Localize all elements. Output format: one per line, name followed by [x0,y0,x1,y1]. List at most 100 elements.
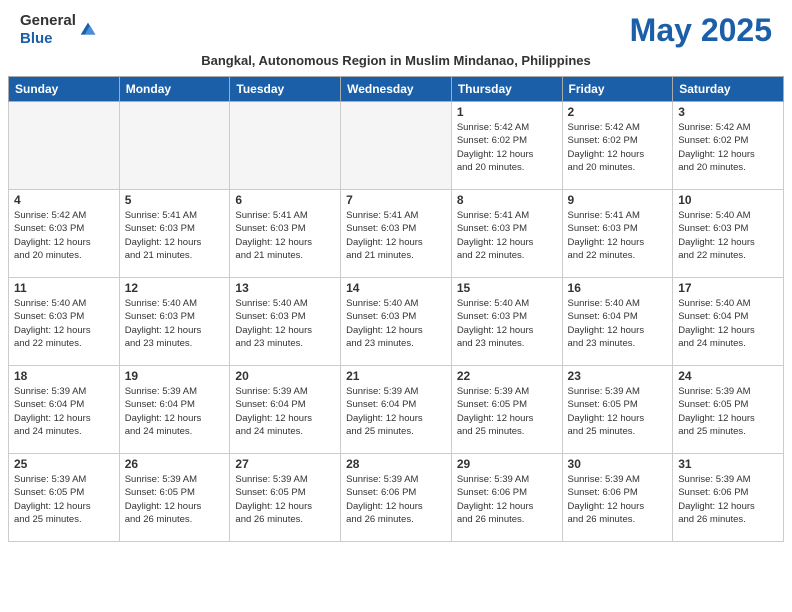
page-header: General Blue May 2025 [0,0,792,53]
day-info: Sunrise: 5:39 AM Sunset: 6:04 PM Dayligh… [235,385,335,438]
week-row-5: 25 Sunrise: 5:39 AM Sunset: 6:05 PM Dayli… [9,454,784,542]
day-number: 25 [14,457,114,471]
day-number: 30 [568,457,668,471]
day-number: 12 [125,281,225,295]
subtitle: Bangkal, Autonomous Region in Muslim Min… [0,53,792,76]
day-number: 17 [678,281,778,295]
day-number: 26 [125,457,225,471]
day-info: Sunrise: 5:40 AM Sunset: 6:03 PM Dayligh… [125,297,225,350]
calendar-cell [119,102,230,190]
day-number: 28 [346,457,446,471]
calendar-cell: 25 Sunrise: 5:39 AM Sunset: 6:05 PM Dayli… [9,454,120,542]
day-info: Sunrise: 5:39 AM Sunset: 6:05 PM Dayligh… [568,385,668,438]
calendar-cell: 2Sunrise: 5:42 AM Sunset: 6:02 PM Daylig… [562,102,673,190]
day-info: Sunrise: 5:40 AM Sunset: 6:03 PM Dayligh… [14,297,114,350]
logo: General Blue [20,12,98,48]
day-info: Sunrise: 5:41 AM Sunset: 6:03 PM Dayligh… [568,209,668,262]
calendar-cell: 27 Sunrise: 5:39 AM Sunset: 6:05 PM Dayli… [230,454,341,542]
day-number: 14 [346,281,446,295]
day-info: Sunrise: 5:39 AM Sunset: 6:05 PM Dayligh… [678,385,778,438]
calendar-cell: 12 Sunrise: 5:40 AM Sunset: 6:03 PM Dayli… [119,278,230,366]
day-info: Sunrise: 5:39 AM Sunset: 6:06 PM Dayligh… [678,473,778,526]
day-number: 23 [568,369,668,383]
calendar-cell: 3 Sunrise: 5:42 AM Sunset: 6:02 PM Daylig… [673,102,784,190]
calendar-cell [9,102,120,190]
day-number: 21 [346,369,446,383]
day-info: Sunrise: 5:39 AM Sunset: 6:06 PM Dayligh… [568,473,668,526]
week-row-4: 18 Sunrise: 5:39 AM Sunset: 6:04 PM Dayli… [9,366,784,454]
calendar-cell: 30 Sunrise: 5:39 AM Sunset: 6:06 PM Dayli… [562,454,673,542]
day-number: 4 [14,193,114,207]
week-row-3: 11 Sunrise: 5:40 AM Sunset: 6:03 PM Dayli… [9,278,784,366]
day-info: Sunrise: 5:39 AM Sunset: 6:05 PM Dayligh… [14,473,114,526]
weekday-header-sunday: Sunday [9,77,120,102]
day-info: Sunrise: 5:39 AM Sunset: 6:04 PM Dayligh… [125,385,225,438]
day-info: Sunrise: 5:39 AM Sunset: 6:05 PM Dayligh… [125,473,225,526]
day-info: Sunrise: 5:39 AM Sunset: 6:04 PM Dayligh… [346,385,446,438]
day-number: 5 [125,193,225,207]
day-info: Sunrise: 5:42 AM Sunset: 6:02 PM Dayligh… [678,121,778,174]
day-number: 13 [235,281,335,295]
calendar-container: SundayMondayTuesdayWednesdayThursdayFrid… [0,76,792,542]
weekday-header-friday: Friday [562,77,673,102]
day-number: 6 [235,193,335,207]
day-info: Sunrise: 5:39 AM Sunset: 6:06 PM Dayligh… [457,473,557,526]
logo-icon [78,20,98,40]
calendar-cell: 22 Sunrise: 5:39 AM Sunset: 6:05 PM Dayli… [451,366,562,454]
day-number: 24 [678,369,778,383]
calendar-cell: 17 Sunrise: 5:40 AM Sunset: 6:04 PM Dayli… [673,278,784,366]
calendar-cell: 1 Sunrise: 5:42 AM Sunset: 6:02 PM Daylig… [451,102,562,190]
day-info: Sunrise: 5:39 AM Sunset: 6:05 PM Dayligh… [457,385,557,438]
weekday-header-tuesday: Tuesday [230,77,341,102]
day-number: 11 [14,281,114,295]
calendar-cell [230,102,341,190]
calendar-cell: 15Sunrise: 5:40 AM Sunset: 6:03 PM Dayli… [451,278,562,366]
day-info: Sunrise: 5:39 AM Sunset: 6:04 PM Dayligh… [14,385,114,438]
day-number: 18 [14,369,114,383]
day-number: 15 [457,281,557,295]
day-info: Sunrise: 5:41 AM Sunset: 6:03 PM Dayligh… [457,209,557,262]
day-info: Sunrise: 5:39 AM Sunset: 6:05 PM Dayligh… [235,473,335,526]
weekday-header-monday: Monday [119,77,230,102]
day-number: 22 [457,369,557,383]
calendar-cell: 24 Sunrise: 5:39 AM Sunset: 6:05 PM Dayli… [673,366,784,454]
calendar-cell: 14 Sunrise: 5:40 AM Sunset: 6:03 PM Dayli… [341,278,452,366]
day-info: Sunrise: 5:42 AM Sunset: 6:02 PM Dayligh… [457,121,557,174]
day-number: 3 [678,105,778,119]
day-number: 8 [457,193,557,207]
day-info: Sunrise: 5:41 AM Sunset: 6:03 PM Dayligh… [346,209,446,262]
day-number: 2 [568,105,668,119]
calendar-cell: 5 Sunrise: 5:41 AM Sunset: 6:03 PM Daylig… [119,190,230,278]
calendar-cell: 9Sunrise: 5:41 AM Sunset: 6:03 PM Daylig… [562,190,673,278]
calendar-cell: 16Sunrise: 5:40 AM Sunset: 6:04 PM Dayli… [562,278,673,366]
week-row-1: 1 Sunrise: 5:42 AM Sunset: 6:02 PM Daylig… [9,102,784,190]
day-number: 10 [678,193,778,207]
month-title: May 2025 [630,12,772,49]
calendar-cell: 26 Sunrise: 5:39 AM Sunset: 6:05 PM Dayli… [119,454,230,542]
day-number: 16 [568,281,668,295]
day-number: 29 [457,457,557,471]
day-info: Sunrise: 5:40 AM Sunset: 6:03 PM Dayligh… [235,297,335,350]
day-number: 1 [457,105,557,119]
calendar-cell: 29 Sunrise: 5:39 AM Sunset: 6:06 PM Dayli… [451,454,562,542]
calendar-cell: 31 Sunrise: 5:39 AM Sunset: 6:06 PM Dayli… [673,454,784,542]
day-info: Sunrise: 5:40 AM Sunset: 6:03 PM Dayligh… [346,297,446,350]
calendar-cell: 4 Sunrise: 5:42 AM Sunset: 6:03 PM Daylig… [9,190,120,278]
day-number: 19 [125,369,225,383]
day-info: Sunrise: 5:42 AM Sunset: 6:03 PM Dayligh… [14,209,114,262]
day-number: 31 [678,457,778,471]
day-info: Sunrise: 5:41 AM Sunset: 6:03 PM Dayligh… [235,209,335,262]
calendar-cell: 19 Sunrise: 5:39 AM Sunset: 6:04 PM Dayli… [119,366,230,454]
day-info: Sunrise: 5:39 AM Sunset: 6:06 PM Dayligh… [346,473,446,526]
logo-text: General Blue [20,12,76,48]
calendar-cell: 28 Sunrise: 5:39 AM Sunset: 6:06 PM Dayli… [341,454,452,542]
weekday-header-saturday: Saturday [673,77,784,102]
calendar-cell: 21 Sunrise: 5:39 AM Sunset: 6:04 PM Dayli… [341,366,452,454]
calendar-cell: 6 Sunrise: 5:41 AM Sunset: 6:03 PM Daylig… [230,190,341,278]
day-info: Sunrise: 5:40 AM Sunset: 6:04 PM Dayligh… [678,297,778,350]
weekday-header-wednesday: Wednesday [341,77,452,102]
day-number: 7 [346,193,446,207]
day-info: Sunrise: 5:41 AM Sunset: 6:03 PM Dayligh… [125,209,225,262]
day-number: 27 [235,457,335,471]
calendar-cell: 11 Sunrise: 5:40 AM Sunset: 6:03 PM Dayli… [9,278,120,366]
